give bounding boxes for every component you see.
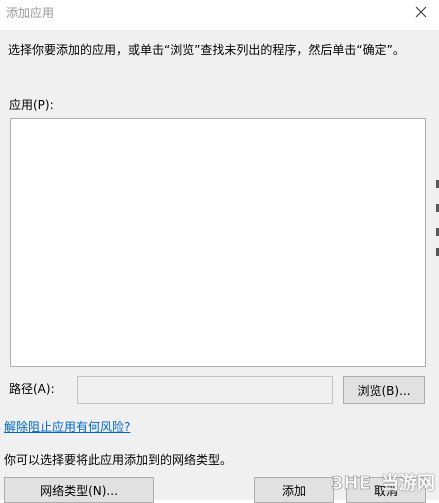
add-app-dialog: 添加应用 选择你要添加的应用，或单击“浏览”查找未列出的程序，然后单击“确定”。… xyxy=(0,0,439,503)
add-button[interactable]: 添加 xyxy=(254,477,334,503)
path-input[interactable] xyxy=(77,376,333,404)
app-list-label: 应用(P): xyxy=(9,98,54,112)
svg-text:3HE: 3HE xyxy=(331,473,371,493)
network-type-button[interactable]: 网络类型(N)... xyxy=(4,477,154,503)
network-type-description: 你可以选择要将此应用添加到的网络类型。 xyxy=(4,453,233,467)
watermark-text: 当游网 xyxy=(381,473,435,494)
close-button[interactable] xyxy=(403,0,439,24)
watermark-logo-icon: 3HE xyxy=(331,473,371,493)
path-label: 路径(A): xyxy=(9,382,55,396)
risk-info-link[interactable]: 解除阻止应用有何风险? xyxy=(4,418,130,435)
window-title: 添加应用 xyxy=(6,6,55,20)
title-bar: 添加应用 xyxy=(0,0,439,30)
watermark: 3HE 当游网 xyxy=(331,467,435,497)
close-icon xyxy=(415,6,427,18)
browse-button[interactable]: 浏览(B)... xyxy=(343,376,425,404)
instruction-text: 选择你要添加的应用，或单击“浏览”查找未列出的程序，然后单击“确定”。 xyxy=(8,43,405,57)
app-list[interactable] xyxy=(10,118,426,367)
